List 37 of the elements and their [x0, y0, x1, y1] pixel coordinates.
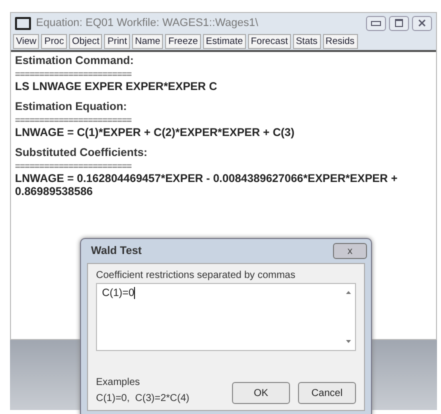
minimize-icon	[371, 20, 381, 26]
toolbar-button[interactable]: Object	[68, 34, 102, 49]
window-icon	[15, 16, 31, 30]
cancel-button[interactable]: Cancel	[298, 382, 356, 404]
toolbar-button[interactable]: Print	[104, 34, 130, 49]
scroll-up-icon[interactable]	[346, 291, 350, 294]
restore-icon	[395, 19, 403, 27]
group-label: Coefficient restrictions separated by commas	[96, 270, 296, 281]
examples-label: Examples	[96, 377, 141, 388]
section-heading: Substituted Coefficients:	[15, 147, 148, 160]
ok-button[interactable]: OK	[232, 382, 290, 404]
section-heading: Estimation Equation:	[15, 101, 128, 114]
window-title: Equation: EQ01 Workfile: WAGES1::Wages1\	[36, 17, 260, 29]
restore-button[interactable]	[389, 16, 409, 30]
output-line: LNWAGE = 0.162804469457*EXPER - 0.0084389627066*EXPER*EXPER +	[15, 173, 398, 186]
separator-line: ========================	[15, 160, 133, 173]
output-line: 0.86989538586	[15, 186, 94, 199]
toolbar-button[interactable]: Stats	[292, 34, 320, 49]
dialog-title: Wald Test	[91, 245, 142, 257]
section-heading: Estimation Command:	[15, 55, 135, 68]
close-button[interactable]	[412, 16, 432, 30]
separator-line: ========================	[15, 114, 133, 127]
separator-line: ========================	[15, 68, 133, 81]
output-line: LNWAGE = C(1)*EXPER + C(2)*EXPER*EXPER + C(3)	[15, 127, 296, 140]
toolbar-button[interactable]: Freeze	[165, 34, 201, 49]
minimize-button[interactable]	[366, 16, 386, 30]
toolbar-button[interactable]: Proc	[41, 34, 67, 49]
close-button[interactable]: x	[333, 243, 367, 259]
output-line: LS LNWAGE EXPER EXPER*EXPER C	[15, 81, 218, 94]
toolbar-button[interactable]: Forecast	[248, 34, 291, 49]
toolbar-button[interactable]: Estimate	[202, 34, 246, 49]
close-icon	[418, 19, 426, 27]
restrictions-field[interactable]: C(1)=0	[96, 283, 356, 351]
toolbar-button[interactable]: Name	[132, 34, 164, 49]
examples-text: C(1)=0, C(3)=2*C(4)	[96, 393, 190, 404]
toolbar-button[interactable]: View	[13, 34, 40, 49]
toolbar-button[interactable]: Resids	[322, 34, 358, 49]
